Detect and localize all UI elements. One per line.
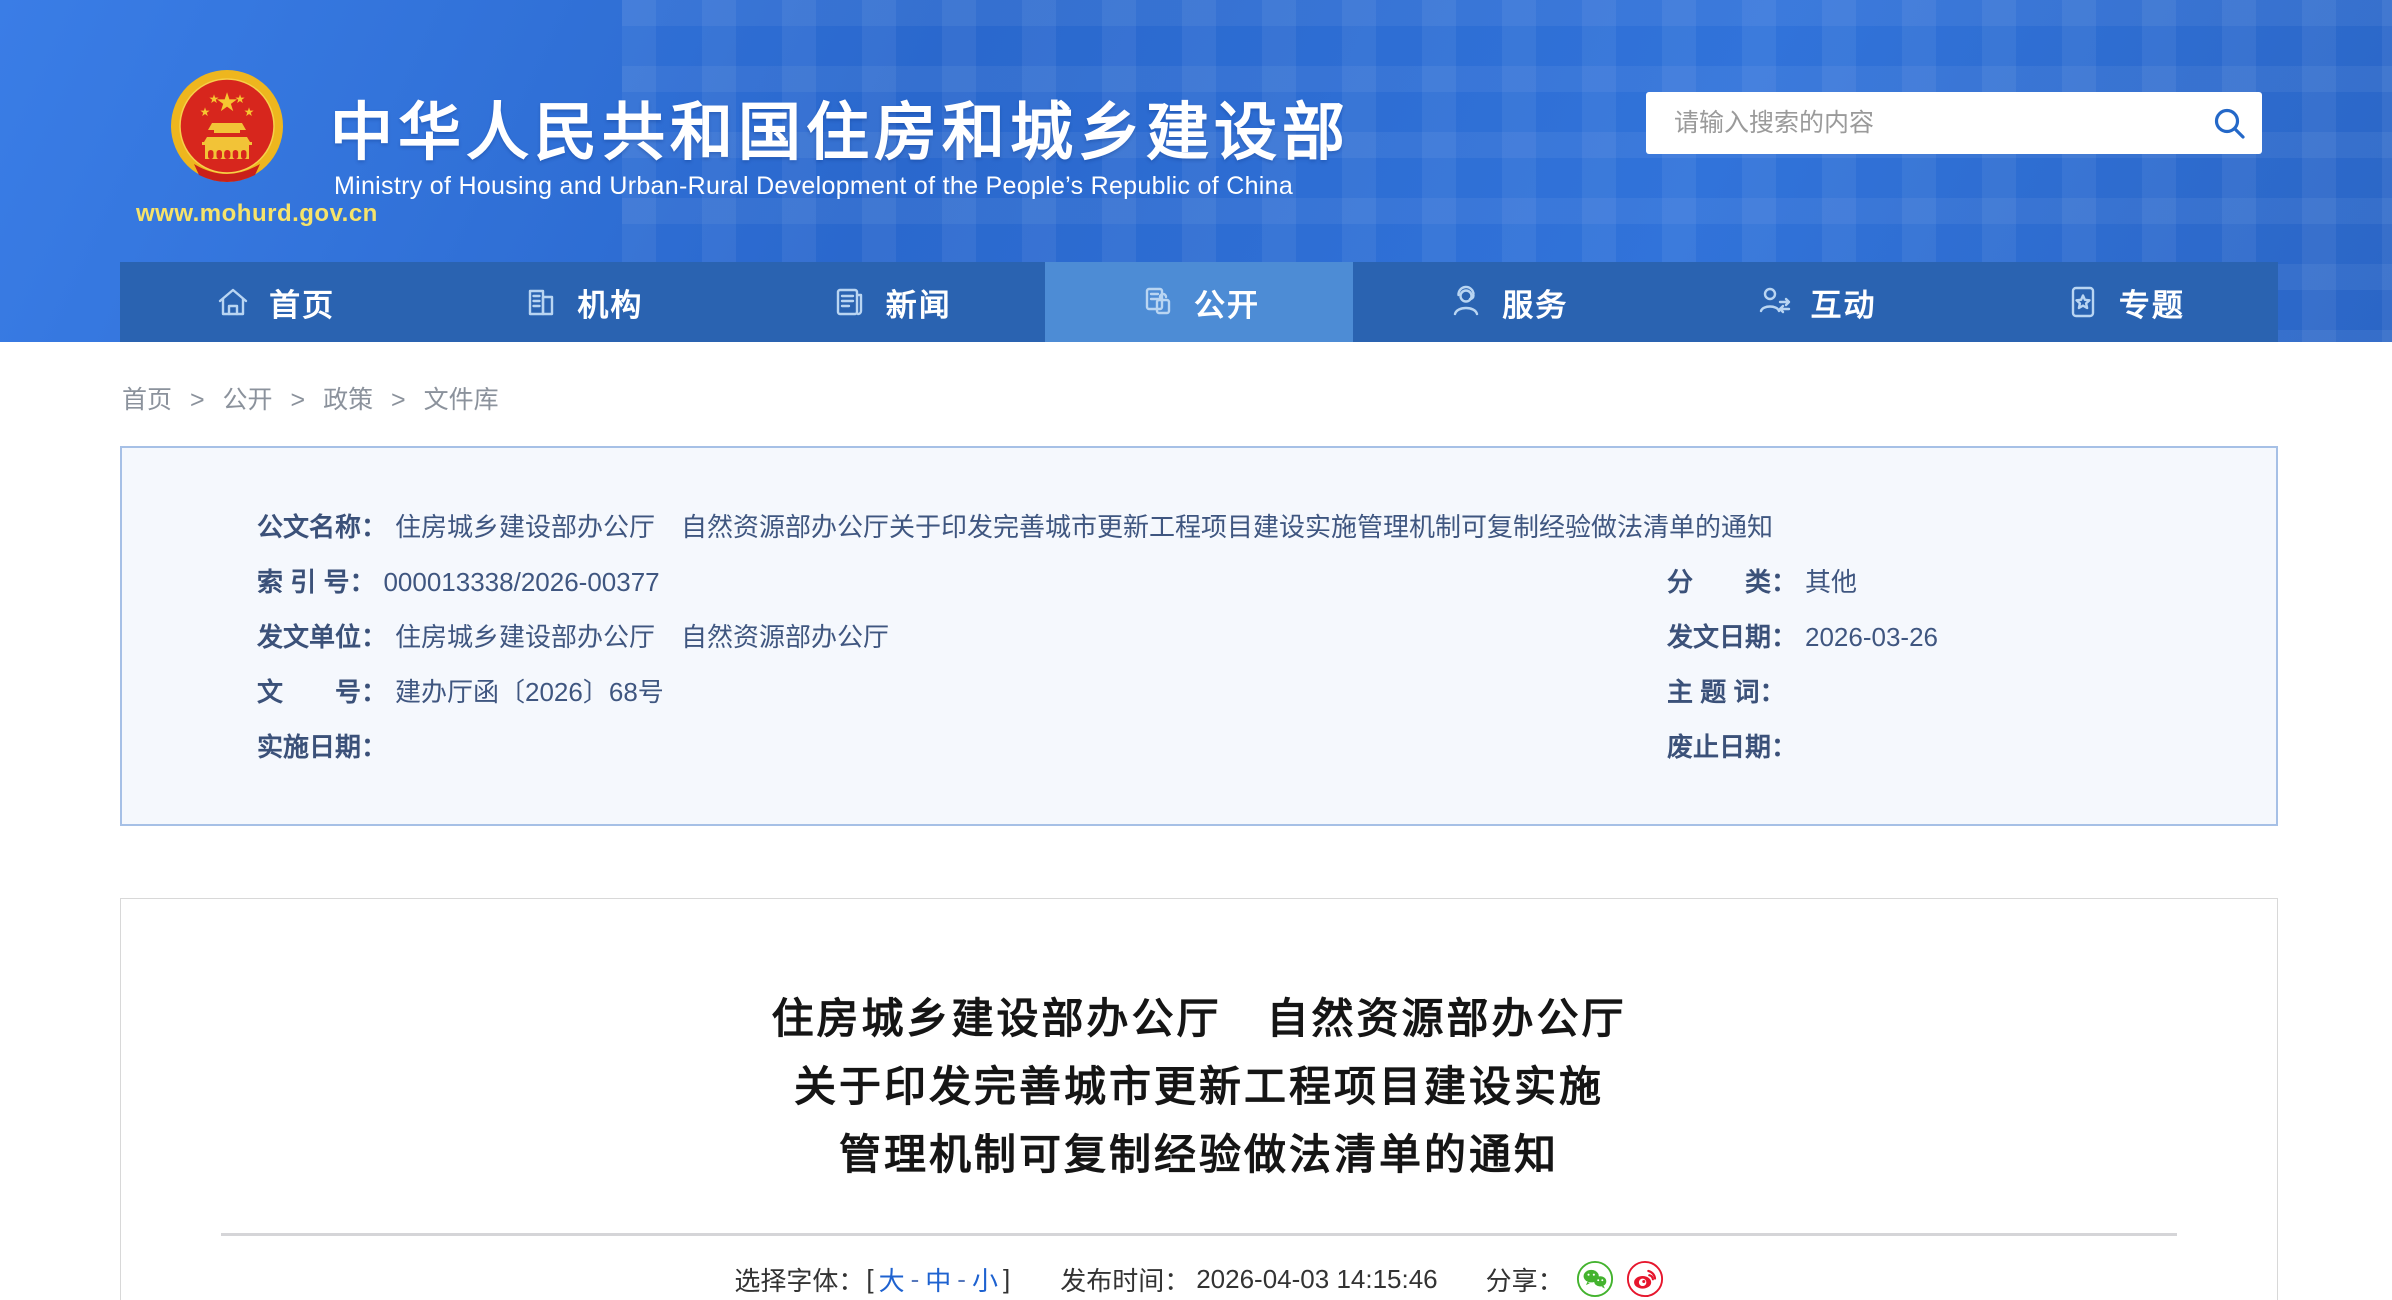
meta-row-docnumber: 文 号： 建办厅函〔2026〕68号 主 题 词： <box>257 663 2246 718</box>
bracket-open: [ <box>866 1264 873 1295</box>
meta-label: 文 号： <box>257 672 387 709</box>
interaction-icon <box>1755 282 1795 322</box>
nav-item-label: 互动 <box>1811 280 1877 325</box>
meta-row-index: 索 引 号： 000013338/2026-00377 分 类： 其他 <box>257 553 2246 608</box>
share-weibo-button[interactable] <box>1626 1260 1664 1298</box>
site-url: www.mohurd.gov.cn <box>136 200 436 228</box>
meta-row-dates: 实施日期： 废止日期： <box>257 718 2246 773</box>
search-icon <box>2210 104 2248 142</box>
publish-time-value: 2026-04-03 14:15:46 <box>1196 1264 1437 1295</box>
national-emblem-icon: ★ ★ ★ ★ ★ <box>168 64 286 194</box>
page: ★ ★ ★ ★ ★ <box>0 0 2392 1300</box>
service-icon <box>1446 282 1486 322</box>
font-size-dash: - <box>957 1264 966 1295</box>
svg-text:★: ★ <box>244 105 255 119</box>
meta-row-title: 公文名称： 住房城乡建设部办公厅 自然资源部办公厅关于印发完善城市更新工程项目建… <box>257 498 2246 553</box>
site-header: ★ ★ ★ ★ ★ <box>0 0 2392 342</box>
meta-label: 索 引 号： <box>257 562 375 599</box>
breadcrumb-item-policy[interactable]: 政策 <box>323 386 373 414</box>
breadcrumb-separator: > <box>291 386 306 414</box>
document-toolbar: 选择字体： [ 大 - 中 - 小 ] 发布时间： 2026-04-03 14:… <box>121 1260 2277 1298</box>
svg-text:★: ★ <box>200 105 211 119</box>
breadcrumb-item-library[interactable]: 文件库 <box>424 386 499 414</box>
meta-value: 其他 <box>1805 562 1857 599</box>
publish-time-group: 发布时间： 2026-04-03 14:15:46 <box>1060 1261 1437 1298</box>
search-input[interactable] <box>1672 108 2196 139</box>
publish-time-label: 发布时间： <box>1060 1261 1190 1298</box>
font-size-large-link[interactable]: 大 <box>879 1261 905 1298</box>
nav-item-home[interactable]: 首页 <box>120 262 428 342</box>
nav-item-interaction[interactable]: 互动 <box>1661 262 1969 342</box>
share-wechat-button[interactable] <box>1576 1260 1614 1298</box>
nav-item-label: 服务 <box>1502 280 1568 325</box>
svg-text:★: ★ <box>235 92 246 106</box>
document-title-line: 管理机制可复制经验做法清单的通知 <box>121 1121 2277 1189</box>
font-size-label: 选择字体： <box>734 1261 864 1298</box>
weibo-icon <box>1626 1260 1664 1298</box>
meta-row-issuer: 发文单位： 住房城乡建设部办公厅 自然资源部办公厅 发文日期： 2026-03-… <box>257 608 2246 663</box>
breadcrumb-separator: > <box>391 386 406 414</box>
meta-value: 2026-03-26 <box>1805 622 1938 653</box>
news-icon <box>830 282 870 322</box>
document-title-line: 关于印发完善城市更新工程项目建设实施 <box>121 1053 2277 1121</box>
meta-label: 发文日期： <box>1667 617 1797 654</box>
nav-item-label: 机构 <box>577 280 643 325</box>
meta-label: 公文名称： <box>257 507 387 544</box>
nav-item-news[interactable]: 新闻 <box>737 262 1045 342</box>
font-size-selector: 选择字体： [ 大 - 中 - 小 ] <box>734 1261 1012 1298</box>
nav-item-label: 公开 <box>1194 280 1260 325</box>
meta-label: 分 类： <box>1667 562 1797 599</box>
meta-label: 发文单位： <box>257 617 387 654</box>
nav-item-organization[interactable]: 机构 <box>428 262 736 342</box>
meta-label: 废止日期： <box>1667 727 1797 764</box>
search-button[interactable] <box>2196 92 2262 154</box>
meta-value: 建办厅函〔2026〕68号 <box>395 672 664 709</box>
wechat-icon <box>1576 1260 1614 1298</box>
breadcrumb: 首页 > 公开 > 政策 > 文件库 <box>122 380 2392 410</box>
share-group: 分享： <box>1486 1260 1664 1298</box>
home-icon <box>213 282 253 322</box>
document-meta-panel: 公文名称： 住房城乡建设部办公厅 自然资源部办公厅关于印发完善城市更新工程项目建… <box>120 446 2278 826</box>
font-size-medium-link[interactable]: 中 <box>925 1261 951 1298</box>
title-divider <box>221 1233 2177 1236</box>
site-logo-link[interactable]: ★ ★ ★ ★ ★ <box>168 64 286 199</box>
meta-value: 住房城乡建设部办公厅 自然资源部办公厅关于印发完善城市更新工程项目建设实施管理机… <box>395 507 1773 544</box>
breadcrumb-item-home[interactable]: 首页 <box>122 386 172 414</box>
nav-item-service[interactable]: 服务 <box>1353 262 1661 342</box>
main-nav: 首页 机构 新闻 公开 <box>120 262 2278 342</box>
search-bar <box>1646 92 2262 154</box>
svg-text:★: ★ <box>209 92 220 106</box>
nav-item-label: 专题 <box>2119 280 2185 325</box>
font-size-dash: - <box>911 1264 920 1295</box>
document-title: 住房城乡建设部办公厅 自然资源部办公厅 关于印发完善城市更新工程项目建设实施 管… <box>121 985 2277 1189</box>
breadcrumb-item-disclosure[interactable]: 公开 <box>223 386 273 414</box>
site-title[interactable]: 中华人民共和国住房和城乡建设部 <box>330 82 1350 173</box>
meta-label: 实施日期： <box>257 727 387 764</box>
meta-value: 住房城乡建设部办公厅 自然资源部办公厅 <box>395 617 889 654</box>
share-label: 分享： <box>1486 1261 1564 1298</box>
document-panel: 住房城乡建设部办公厅 自然资源部办公厅 关于印发完善城市更新工程项目建设实施 管… <box>120 898 2278 1300</box>
disclosure-icon <box>1138 282 1178 322</box>
organization-icon <box>521 282 561 322</box>
meta-value: 000013338/2026-00377 <box>383 567 659 598</box>
topics-icon <box>2063 282 2103 322</box>
site-subtitle-en: Ministry of Housing and Urban-Rural Deve… <box>334 172 1293 201</box>
nav-item-topics[interactable]: 专题 <box>1970 262 2278 342</box>
bracket-close: ] <box>1003 1264 1010 1295</box>
document-title-line: 住房城乡建设部办公厅 自然资源部办公厅 <box>121 985 2277 1053</box>
nav-item-label: 新闻 <box>886 280 952 325</box>
nav-item-disclosure[interactable]: 公开 <box>1045 262 1353 342</box>
meta-label: 主 题 词： <box>1667 672 1785 709</box>
font-size-small-link[interactable]: 小 <box>972 1261 998 1298</box>
breadcrumb-separator: > <box>190 386 205 414</box>
nav-item-label: 首页 <box>269 280 335 325</box>
